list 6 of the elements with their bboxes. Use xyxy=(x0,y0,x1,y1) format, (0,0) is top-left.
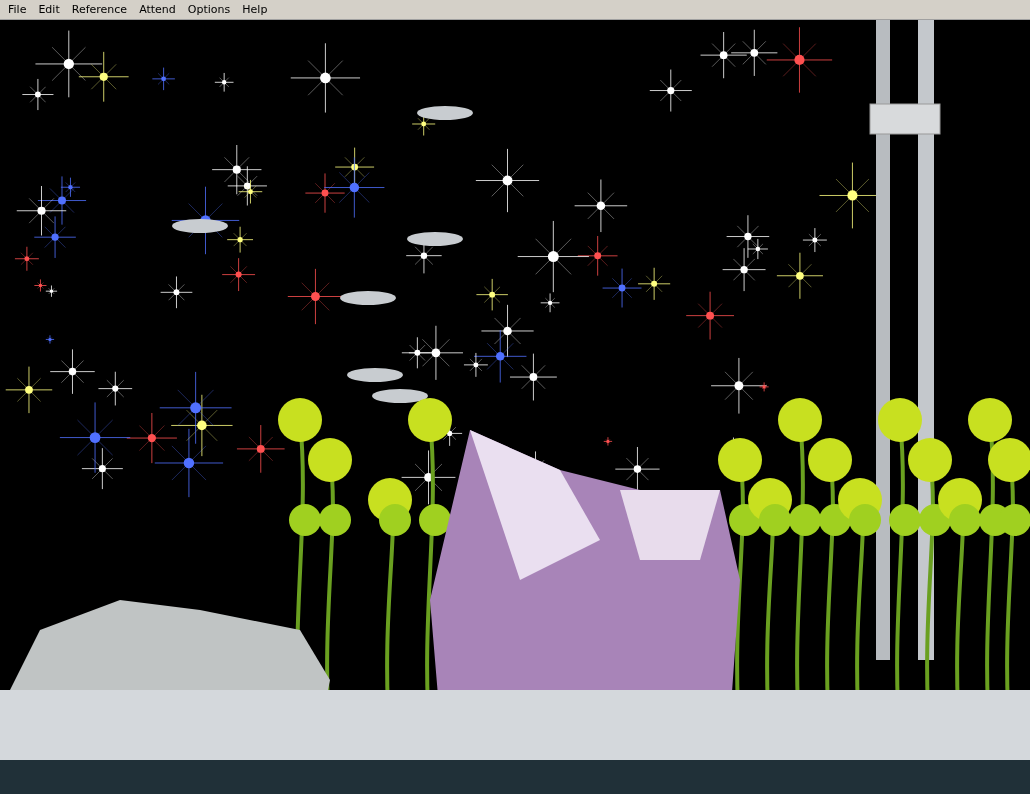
menu-item[interactable]: Edit xyxy=(32,1,66,18)
menu-item[interactable]: Reference xyxy=(65,1,134,18)
menu-item[interactable]: Options xyxy=(181,1,237,18)
menu-item[interactable]: Help xyxy=(236,1,274,18)
menu-item[interactable]: File xyxy=(2,1,33,18)
menu-item[interactable]: Attend xyxy=(133,1,182,18)
